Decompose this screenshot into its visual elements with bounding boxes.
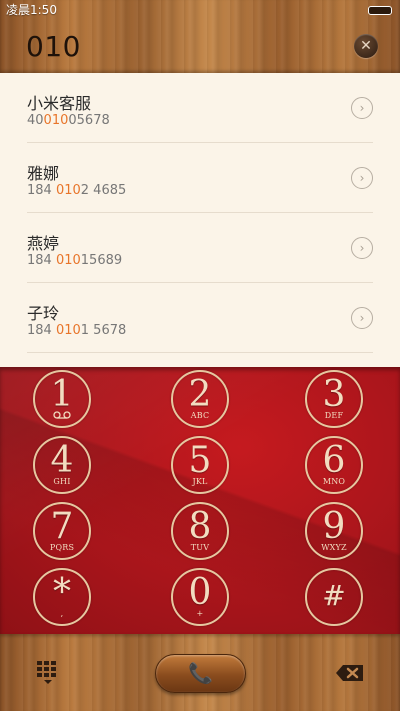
key-8[interactable]: 8 TUV	[171, 502, 229, 560]
contact-name: 子玲	[27, 304, 60, 323]
contact-number: 184 0101 5678	[27, 323, 127, 338]
phone-icon: 📞	[188, 661, 213, 685]
contact-number: 184 0102 4685	[27, 183, 127, 198]
key-2[interactable]: 2 ABC	[171, 370, 229, 428]
key-4[interactable]: 4 GHI	[33, 436, 91, 494]
chevron-right-icon[interactable]: ›	[351, 237, 373, 259]
key-hash[interactable]: #	[305, 568, 363, 626]
close-icon[interactable]: ✕	[354, 34, 378, 58]
contact-number: 4001005678	[27, 113, 110, 128]
status-bar: 凌晨1:50	[0, 0, 400, 20]
list-item[interactable]: 子玲 184 0101 5678 ›	[27, 283, 373, 353]
chevron-right-icon[interactable]: ›	[351, 307, 373, 329]
search-results-list: 小米客服 4001005678 › 雅娜 184 0102 4685 › 燕婷 …	[0, 73, 400, 367]
key-5[interactable]: 5 JKL	[171, 436, 229, 494]
status-time: 凌晨1:50	[6, 3, 57, 17]
key-6[interactable]: 6 MNO	[305, 436, 363, 494]
list-item[interactable]: 燕婷 184 01015689 ›	[27, 213, 373, 283]
dialpad-icon[interactable]	[37, 661, 59, 685]
key-3[interactable]: 3 DEF	[305, 370, 363, 428]
key-7[interactable]: 7 PQRS	[33, 502, 91, 560]
battery-icon	[368, 6, 392, 15]
contact-name: 雅娜	[27, 164, 60, 183]
contact-name: 燕婷	[27, 234, 60, 253]
list-item[interactable]: 雅娜 184 0102 4685 ›	[27, 143, 373, 213]
key-0[interactable]: 0 +	[171, 568, 229, 626]
chevron-right-icon[interactable]: ›	[351, 97, 373, 119]
call-button[interactable]: 📞	[155, 654, 246, 693]
contact-number: 184 01015689	[27, 253, 123, 268]
backspace-icon[interactable]	[335, 664, 365, 682]
key-1[interactable]: 1	[33, 370, 91, 428]
dialer-footer: 📞	[0, 634, 400, 711]
dialed-number: 010	[26, 30, 81, 63]
key-star[interactable]: *,	[33, 568, 91, 626]
chevron-right-icon[interactable]: ›	[351, 167, 373, 189]
dialer-header: 凌晨1:50 010 ✕	[0, 0, 400, 73]
list-item[interactable]: 小米客服 4001005678 ›	[27, 73, 373, 143]
key-9[interactable]: 9 WXYZ	[305, 502, 363, 560]
contact-name: 小米客服	[27, 94, 92, 113]
dial-keypad: 1 2 ABC 3 DEF 4 GHI 5 JKL 6 MNO 7 PQRS 8 TUV 9W…	[0, 367, 400, 634]
